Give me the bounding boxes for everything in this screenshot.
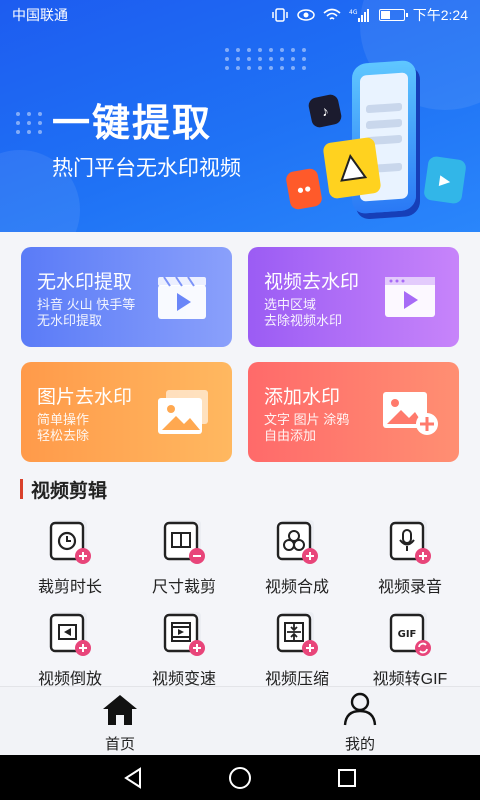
card-add-watermark[interactable]: 添加水印 文字 图片 涂鸦 自由添加	[248, 362, 459, 462]
film-icon	[385, 277, 435, 317]
card-desc-line1: 抖音 火山 快手等	[37, 297, 136, 312]
tool-reverse-video[interactable]: 视频倒放	[13, 610, 127, 690]
video-to-gif-icon: GIF	[389, 612, 431, 656]
merge-video-icon	[276, 520, 318, 564]
card-desc-line2: 去除视频水印	[264, 313, 343, 328]
battery-icon	[378, 9, 408, 21]
card-video-remove-watermark[interactable]: 视频去水印 选中区域 去除视频水印	[248, 247, 459, 347]
signal-icon: 4G	[349, 9, 369, 22]
carrier-label: 中国联通	[12, 7, 68, 23]
card-desc-line2: 自由添加	[264, 428, 317, 443]
card-desc: 文字 图片 涂鸦 自由添加	[264, 412, 349, 444]
video-logo-icon: ▶	[423, 155, 467, 205]
tool-compress-video[interactable]: 视频压缩	[240, 610, 354, 690]
card-title: 图片去水印	[37, 387, 133, 408]
compress-video-icon	[276, 612, 318, 656]
add-image-icon	[383, 392, 438, 435]
card-desc: 简单操作 轻松去除	[37, 412, 89, 444]
card-image-remove-watermark[interactable]: 图片去水印 简单操作 轻松去除	[21, 362, 232, 462]
clock-label: 下午2:24	[412, 7, 468, 23]
nav-profile[interactable]: 我的	[300, 687, 420, 756]
section-header-video-edit: 视频剪辑	[20, 478, 108, 502]
tool-label: 尺寸裁剪	[151, 579, 216, 596]
svg-text:4G: 4G	[349, 9, 358, 16]
card-desc-line1: 简单操作	[37, 412, 90, 427]
image-icon	[158, 390, 208, 434]
recents-icon[interactable]	[337, 768, 357, 788]
hero-banner[interactable]: 中国联通 4G 下午2:24 一键提取 热门平台无水印视频 ♪ ●● ▶	[0, 0, 480, 232]
decor-dots-left	[16, 112, 44, 134]
reverse-video-icon	[49, 612, 91, 656]
profile-icon	[343, 692, 377, 726]
section-accent-bar	[20, 479, 23, 499]
card-desc-line2: 轻松去除	[37, 428, 90, 443]
tool-crop-size[interactable]: 尺寸裁剪	[127, 518, 241, 598]
status-bar: 中国联通 4G 下午2:24	[0, 0, 480, 30]
banner-title: 一键提取	[52, 103, 213, 145]
trim-duration-icon	[49, 520, 91, 564]
tool-merge-video[interactable]: 视频合成	[240, 518, 354, 598]
card-desc-line1: 文字 图片 涂鸦	[264, 412, 350, 427]
banner-subtitle: 热门平台无水印视频	[52, 157, 241, 180]
card-title: 视频去水印	[264, 272, 360, 293]
tool-trim-duration[interactable]: 裁剪时长	[13, 518, 127, 598]
card-desc-line1: 选中区域	[264, 297, 317, 312]
tool-record-audio[interactable]: 视频录音	[353, 518, 467, 598]
card-title: 添加水印	[264, 387, 341, 408]
huoshan-logo-icon	[322, 136, 382, 200]
tool-speed-video[interactable]: 视频变速	[127, 610, 241, 690]
crop-size-icon	[163, 520, 205, 564]
tool-label: 视频合成	[264, 579, 329, 596]
eye-icon	[297, 9, 315, 21]
tiktok-logo-icon: ♪	[307, 93, 343, 129]
back-icon[interactable]	[122, 767, 144, 789]
speed-video-icon	[163, 612, 205, 656]
section-title: 视频剪辑	[31, 480, 108, 502]
tool-video-to-gif[interactable]: GIF 视频转GIF	[353, 610, 467, 690]
record-audio-icon	[389, 520, 431, 564]
system-navigation-bar	[0, 755, 480, 800]
tool-label: 裁剪时长	[37, 579, 102, 596]
clapperboard-icon	[158, 276, 206, 319]
nav-label: 首页	[104, 736, 135, 753]
card-watermark-free-extract[interactable]: 无水印提取 抖音 火山 快手等 无水印提取	[21, 247, 232, 347]
card-title: 无水印提取	[37, 272, 133, 293]
card-desc: 抖音 火山 快手等 无水印提取	[37, 297, 135, 329]
tool-label: 视频录音	[377, 579, 442, 596]
wifi-icon	[323, 8, 341, 20]
card-desc: 选中区域 去除视频水印	[264, 297, 342, 329]
decor-dots	[225, 48, 308, 70]
vibrate-icon	[272, 8, 288, 22]
nav-label: 我的	[344, 736, 375, 753]
bottom-navigation: 首页 我的	[0, 686, 480, 755]
home-circle-icon[interactable]	[228, 766, 252, 790]
nav-home[interactable]: 首页	[60, 687, 180, 756]
card-desc-line2: 无水印提取	[37, 313, 103, 328]
home-icon	[103, 695, 137, 725]
kuaishou-logo-icon: ●●	[284, 167, 324, 211]
svg-text:GIF: GIF	[398, 629, 417, 640]
